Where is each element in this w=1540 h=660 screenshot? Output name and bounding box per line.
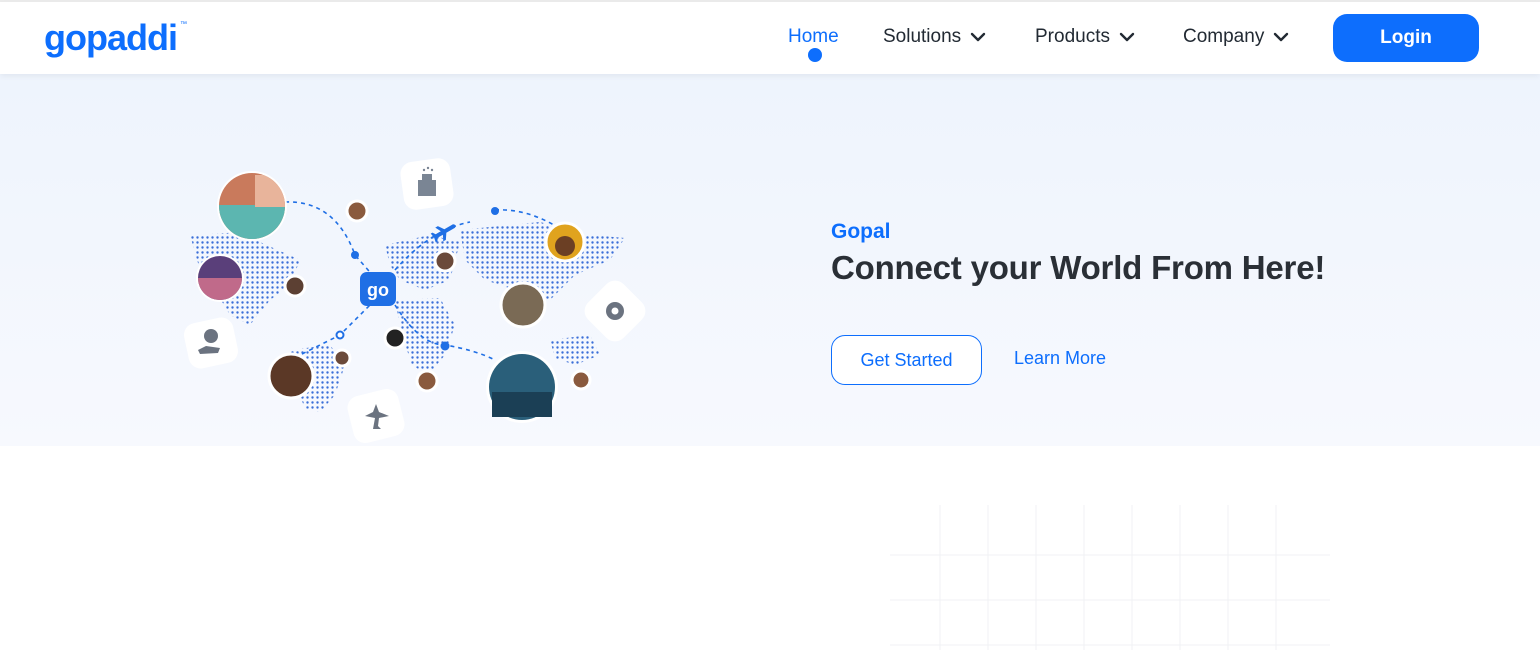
nav-company-label: Company (1183, 26, 1265, 47)
get-started-button[interactable]: Get Started (831, 335, 982, 385)
world-map-illustration: go (170, 150, 650, 450)
avatar (383, 326, 407, 350)
chevron-down-icon (1274, 32, 1289, 42)
avatar (332, 348, 352, 368)
learn-more-link[interactable]: Learn More (1014, 348, 1106, 369)
nav-solutions-label: Solutions (883, 26, 962, 47)
avatar (283, 274, 307, 298)
photo-city-night (486, 351, 558, 423)
navbar: gopaddi ™ Home Solutions Products Compan… (0, 2, 1540, 74)
nav-home[interactable]: Home (788, 26, 839, 48)
go-logo-icon: go (360, 272, 396, 306)
avatar (570, 369, 592, 391)
photo-interior (499, 281, 547, 329)
avatar (433, 249, 457, 273)
avatar (345, 199, 369, 223)
logo-trademark: ™ (180, 21, 187, 28)
logo-text: gopaddi (44, 17, 177, 58)
nav-products[interactable]: Products (1035, 26, 1136, 48)
login-button[interactable]: Login (1333, 14, 1479, 62)
nav-solutions[interactable]: Solutions (883, 26, 987, 48)
chevron-down-icon (1119, 32, 1135, 42)
gopaddi-logo[interactable]: gopaddi ™ (44, 16, 194, 66)
nav-company[interactable]: Company (1183, 26, 1290, 48)
nav-products-label: Products (1035, 26, 1110, 47)
avatar-face (555, 236, 575, 256)
hotel-icon (400, 158, 454, 210)
avatar (415, 369, 439, 393)
hero-eyebrow: Gopal (831, 220, 891, 243)
svg-text:go: go (367, 280, 389, 300)
airplane-card-icon (347, 388, 405, 444)
avatar (267, 352, 315, 400)
active-indicator-dot (808, 48, 822, 62)
money-hand-icon (183, 317, 239, 369)
hero-headline: Connect your World From Here! (831, 249, 1326, 286)
chevron-down-icon (970, 32, 986, 42)
decorative-grid (890, 505, 1330, 650)
